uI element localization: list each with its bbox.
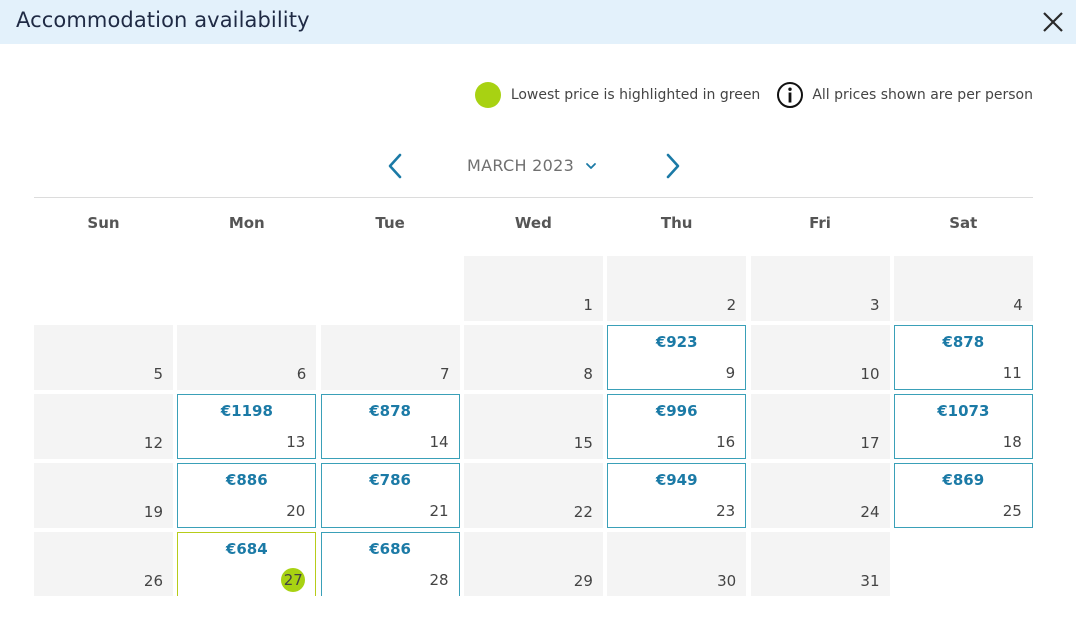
weekday-sat: Sat xyxy=(949,214,978,232)
day-number: 9 xyxy=(725,364,736,382)
calendar-day-cell: 10 xyxy=(750,325,890,390)
calendar-day-cell: 22 xyxy=(463,463,603,528)
calendar-day-cell: 19 xyxy=(34,463,173,528)
day-number: 18 xyxy=(1002,433,1022,451)
weekday-tue: Tue xyxy=(375,214,405,232)
calendar-day-cell: 4 xyxy=(893,256,1033,321)
month-navigation: MARCH 2023 xyxy=(0,150,1076,184)
calendar-day-cell[interactable]: €949 23 xyxy=(607,463,747,528)
day-price: €886 xyxy=(225,471,268,489)
day-number: 19 xyxy=(143,503,163,521)
calendar-day-cell: 31 xyxy=(750,532,890,596)
lowest-day-price: €684 xyxy=(225,540,268,558)
calendar-day-cell: 7 xyxy=(320,325,460,390)
calendar-day-cell: 17 xyxy=(750,394,890,459)
day-number: 23 xyxy=(716,502,736,520)
price-legend: Lowest price is highlighted in green All… xyxy=(474,82,1033,108)
day-price: €949 xyxy=(655,471,698,489)
day-price: €996 xyxy=(655,402,698,420)
calendar-day-cell[interactable]: €686 28 xyxy=(320,532,460,596)
calendar-day-cell: 24 xyxy=(750,463,890,528)
day-number: 29 xyxy=(573,572,593,590)
calendar-day-cell[interactable]: €996 16 xyxy=(607,394,747,459)
day-price: €1073 xyxy=(937,402,990,420)
calendar-day-cell[interactable]: €1198 13 xyxy=(177,394,317,459)
lowest-price-legend-text: Lowest price is highlighted in green xyxy=(510,87,761,103)
calendar-day-cell: 8 xyxy=(463,325,603,390)
weekday-thu: Thu xyxy=(660,214,693,232)
calendar-day-cell[interactable]: €684 27 xyxy=(177,532,317,596)
calendar-day-cell: 30 xyxy=(607,532,747,596)
calendar-day-cell[interactable]: €869 25 xyxy=(893,463,1033,528)
day-price: €1198 xyxy=(220,402,273,420)
month-label: MARCH 2023 xyxy=(467,156,575,175)
day-number: 7 xyxy=(440,365,450,383)
calendar-day-cell[interactable]: €878 14 xyxy=(320,394,460,459)
day-number: 1 xyxy=(583,296,593,314)
calendar-day-cell[interactable]: €786 21 xyxy=(320,463,460,528)
day-number: 24 xyxy=(860,503,880,521)
close-icon[interactable] xyxy=(1040,9,1066,35)
day-number: 4 xyxy=(1013,296,1023,314)
calendar-day-cell[interactable]: €923 9 xyxy=(607,325,747,390)
day-number: 14 xyxy=(429,433,449,451)
day-number: 6 xyxy=(296,365,307,383)
calendar-day-cell: 29 xyxy=(463,532,603,596)
calendar-day-cell: 12 xyxy=(34,394,173,459)
day-price: €869 xyxy=(942,471,985,489)
calendar-day-cell: 2 xyxy=(607,256,747,321)
dialog-header: Accommodation availability xyxy=(0,0,1076,44)
day-number: 15 xyxy=(573,434,593,452)
weekday-header-row: Sun Mon Tue Wed Thu Fri Sat xyxy=(34,214,1033,238)
calendar-day-cell: 1 xyxy=(463,256,603,321)
calendar-day-cell: 15 xyxy=(463,394,603,459)
weekday-mon: Mon xyxy=(228,214,265,232)
calendar-day-cell: 26 xyxy=(34,532,173,596)
day-number: 20 xyxy=(286,502,306,520)
next-month-chevron-right-icon[interactable] xyxy=(662,152,684,180)
day-number: 30 xyxy=(717,572,737,590)
day-number: 21 xyxy=(429,502,449,520)
previous-month-chevron-left-icon[interactable] xyxy=(384,152,406,180)
day-price: €878 xyxy=(942,333,985,351)
day-number: 28 xyxy=(429,571,449,589)
month-select[interactable]: MARCH 2023 xyxy=(467,156,598,175)
dialog-title: Accommodation availability xyxy=(16,8,310,32)
calendar-day-cell: 3 xyxy=(750,256,890,321)
day-number: 16 xyxy=(716,433,736,451)
calendar-grid: 1 2 3 4 5 6 7 8 €923 9 10 €878 11 12 €1198 13 €878 14 15 €9… xyxy=(34,256,1033,596)
day-price: €786 xyxy=(369,471,411,489)
day-number: 2 xyxy=(726,296,737,314)
day-number: 17 xyxy=(860,434,880,452)
day-number: 25 xyxy=(1002,502,1022,520)
day-number: 10 xyxy=(860,365,880,383)
calendar-day-cell[interactable]: €886 20 xyxy=(177,463,317,528)
day-number: 22 xyxy=(573,503,593,521)
day-price: €878 xyxy=(369,402,411,420)
day-number: 5 xyxy=(153,365,163,383)
day-number: 13 xyxy=(286,433,306,451)
day-price: €686 xyxy=(369,540,411,558)
day-number: 31 xyxy=(860,572,880,590)
lowest-price-dot-icon xyxy=(474,82,501,108)
calendar-day-cell: 6 xyxy=(177,325,317,390)
weekday-fri: Fri xyxy=(809,214,831,232)
day-number: 27 xyxy=(281,568,306,592)
day-number: 8 xyxy=(583,365,593,383)
day-number: 3 xyxy=(869,296,880,314)
day-price: €923 xyxy=(655,333,698,351)
weekday-sun: Sun xyxy=(87,214,120,232)
calendar-day-cell: 5 xyxy=(34,325,173,390)
day-number: 12 xyxy=(143,434,163,452)
per-person-legend-text: All prices shown are per person xyxy=(812,87,1033,103)
close-button[interactable] xyxy=(1040,9,1066,35)
weekday-wed: Wed xyxy=(514,214,552,232)
day-number: 11 xyxy=(1002,364,1022,382)
chevron-down-icon xyxy=(586,162,596,169)
day-number: 26 xyxy=(143,572,163,590)
calendar-day-cell[interactable]: €878 11 xyxy=(893,325,1033,390)
calendar-divider xyxy=(34,197,1033,198)
info-icon xyxy=(777,82,804,108)
calendar-day-cell[interactable]: €1073 18 xyxy=(893,394,1033,459)
